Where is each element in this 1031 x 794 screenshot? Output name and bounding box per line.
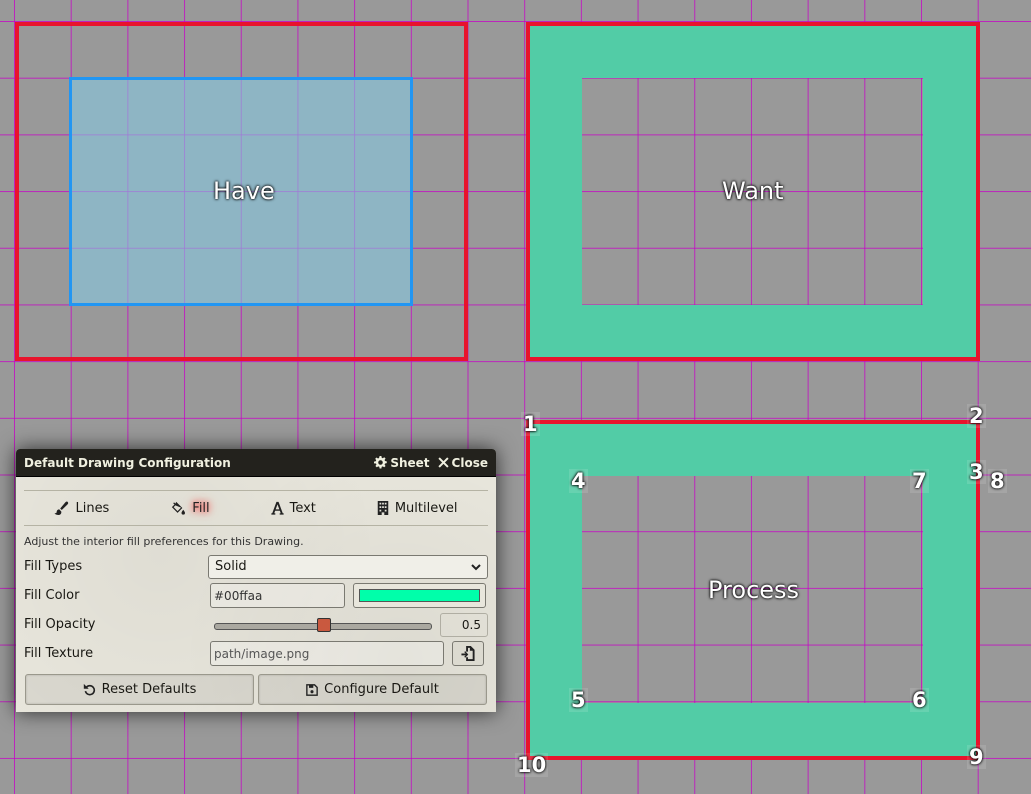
sheet-button[interactable]: Sheet xyxy=(374,455,430,470)
fill-opacity-slider[interactable] xyxy=(214,617,432,633)
dialog-footer: Reset Defaults Configure Default xyxy=(25,674,487,705)
configure-default-button[interactable]: Configure Default xyxy=(258,674,487,705)
close-icon xyxy=(437,457,449,468)
file-picker-button[interactable] xyxy=(452,641,484,666)
fill-texture-input[interactable]: path/image.png xyxy=(210,641,444,666)
fill-types-select[interactable]: Solid xyxy=(208,554,488,579)
fill-types-row: Fill Types Solid xyxy=(24,552,488,581)
undo-icon xyxy=(83,683,96,696)
dialog-title: Default Drawing Configuration xyxy=(24,455,231,470)
close-button[interactable]: Close xyxy=(437,455,488,470)
reset-defaults-label: Reset Defaults xyxy=(101,682,197,697)
corner-number-7: 7 xyxy=(910,469,929,493)
brush-icon xyxy=(54,501,69,515)
fill-color-label: Fill Color xyxy=(24,588,80,603)
corner-number-1: 1 xyxy=(521,412,540,436)
chevron-down-icon xyxy=(471,563,481,571)
fill-types-value: Solid xyxy=(215,559,247,574)
configure-default-label: Configure Default xyxy=(324,682,439,697)
corner-number-5: 5 xyxy=(569,688,588,712)
reset-defaults-button[interactable]: Reset Defaults xyxy=(25,674,254,705)
fill-types-label: Fill Types xyxy=(24,559,83,574)
save-icon xyxy=(306,683,319,696)
file-import-icon xyxy=(461,646,475,661)
slider-thumb[interactable] xyxy=(317,617,331,632)
fill-color-row: Fill Color #00ffaa xyxy=(24,581,488,610)
fill-opacity-row: Fill Opacity 0.5 xyxy=(24,610,488,639)
fill-texture-label: Fill Texture xyxy=(24,646,94,661)
want-label: Want xyxy=(722,177,784,205)
tab-multilevel-label: Multilevel xyxy=(394,500,458,516)
fill-drip-icon xyxy=(170,501,186,515)
corner-number-3: 3 xyxy=(967,460,986,484)
corner-number-4: 4 xyxy=(569,469,588,493)
corner-number-9: 9 xyxy=(967,745,986,769)
gear-icon xyxy=(374,456,388,469)
tab-text-label: Text xyxy=(289,500,316,516)
corner-number-8: 8 xyxy=(988,469,1007,493)
corner-number-2: 2 xyxy=(967,404,986,428)
fill-color-swatch xyxy=(359,589,480,602)
tab-lines-label: Lines xyxy=(75,500,110,516)
corner-number-10: 10 xyxy=(515,753,549,777)
tab-bar: Lines Fill Text Multilevel xyxy=(24,490,488,526)
drawing-config-dialog: Default Drawing Configuration Sheet Clos… xyxy=(16,449,496,712)
fill-opacity-value: 0.5 xyxy=(440,612,488,637)
fill-color-value: #00ffaa xyxy=(214,588,263,603)
fill-hint-text: Adjust the interior fill preferences for… xyxy=(24,535,304,548)
tab-lines[interactable]: Lines xyxy=(54,501,109,516)
fill-color-picker[interactable] xyxy=(353,583,486,608)
have-label: Have xyxy=(213,177,275,205)
corner-number-6: 6 xyxy=(910,688,929,712)
fill-texture-placeholder: path/image.png xyxy=(214,646,310,661)
dialog-header[interactable]: Default Drawing Configuration Sheet Clos… xyxy=(16,449,496,477)
fill-color-input[interactable]: #00ffaa xyxy=(210,583,345,608)
fill-opacity-label: Fill Opacity xyxy=(24,617,96,632)
fill-texture-row: Fill Texture path/image.png xyxy=(24,639,488,668)
tab-fill[interactable]: Fill xyxy=(170,500,210,516)
tab-multilevel[interactable]: Multilevel xyxy=(377,501,458,516)
building-icon xyxy=(377,501,389,515)
tab-text[interactable]: Text xyxy=(270,500,316,516)
process-label: Process xyxy=(708,576,800,604)
font-icon xyxy=(270,501,284,515)
close-button-label: Close xyxy=(451,455,488,470)
sheet-button-label: Sheet xyxy=(390,455,430,470)
tab-fill-label: Fill xyxy=(192,500,210,516)
